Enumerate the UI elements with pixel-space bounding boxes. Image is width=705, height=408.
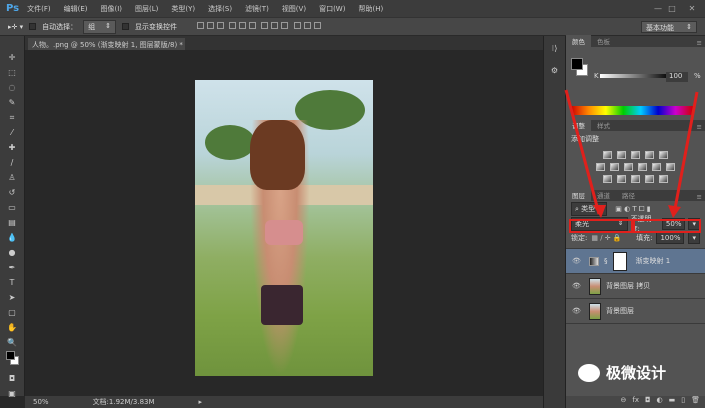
annotation-arrowhead bbox=[668, 205, 681, 218]
annotation-arrows bbox=[564, 89, 699, 218]
wechat-icon bbox=[578, 363, 600, 382]
watermark: 极微设计 bbox=[578, 362, 666, 383]
annotation-arrowhead bbox=[593, 205, 606, 218]
annotation-arrow bbox=[564, 89, 601, 215]
annotation-arrow bbox=[672, 91, 699, 215]
watermark-text: 极微设计 bbox=[606, 364, 667, 382]
